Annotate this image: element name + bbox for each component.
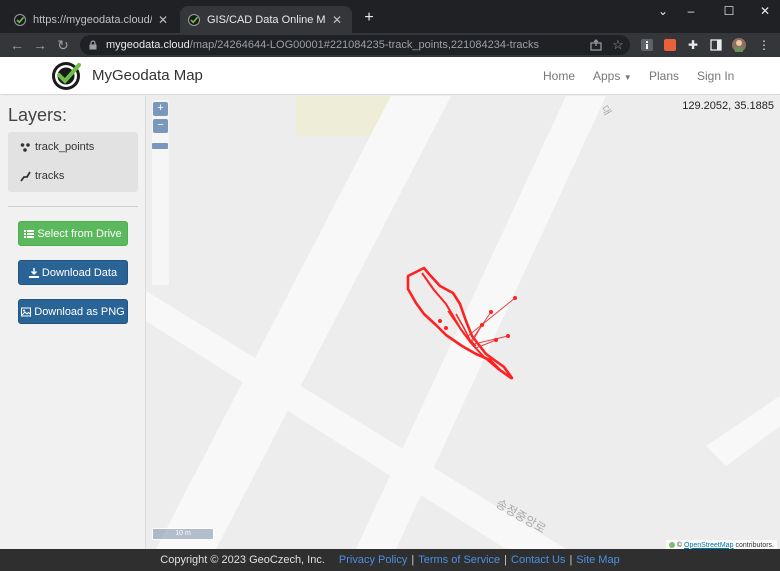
nav-apps[interactable]: Apps ▼ [593,69,632,83]
footer-separator: | [504,554,508,566]
extension-orange-icon[interactable] [663,38,677,52]
image-icon [21,307,32,316]
osm-link[interactable]: OpenStreetMap [684,542,733,549]
list-icon [24,229,35,238]
download-data-button[interactable]: Download Data [18,260,128,285]
nav-signin[interactable]: Sign In [697,69,734,83]
tab-title: https://mygeodata.cloud/conve [33,13,152,26]
zoom-out-button[interactable]: − [153,119,168,133]
copyright-text: Copyright © 2023 GeoCzech, Inc. [160,554,325,566]
select-from-drive-button[interactable]: Select from Drive [18,221,128,246]
button-label: Download as PNG [34,305,125,318]
download-png-button[interactable]: Download as PNG [18,299,128,324]
footer-link-terms[interactable]: Terms of Service [418,554,500,566]
download-icon [28,267,39,278]
layer-list: track_points tracks [8,132,138,192]
nav-home[interactable]: Home [543,69,575,83]
mygeodata-logo-icon[interactable] [50,60,82,92]
scale-bar: 10 m [152,528,214,540]
browser-tab-converter[interactable]: https://mygeodata.cloud/conve ✕ [6,6,178,33]
nav-apps-label: Apps [593,69,621,83]
browser-tab-bar: https://mygeodata.cloud/conve ✕ GIS/CAD … [0,0,780,33]
kebab-menu-icon[interactable]: ⋮ [757,38,771,52]
brand-name[interactable]: MyGeodata Map [92,67,203,84]
attribution-prefix: © [676,541,683,549]
site-header: MyGeodata Map Home Apps ▼ Plans Sign In [0,57,780,95]
footer-link-privacy[interactable]: Privacy Policy [339,554,407,566]
address-bar[interactable]: mygeodata.cloud /map/24264644-LOG00001#2… [80,35,630,55]
share-icon[interactable] [589,38,603,52]
layer-label: tracks [35,170,65,182]
bookmark-star-icon[interactable]: ☆ [611,38,625,52]
back-arrow-icon[interactable]: ← [8,36,26,54]
reload-icon[interactable]: ↻ [54,36,72,54]
layer-item-track-points[interactable]: track_points [20,141,94,153]
extension-info-icon[interactable] [640,38,654,52]
tab-title: GIS/CAD Data Online Map View [207,13,326,26]
layers-sidebar: Layers: track_points tracks Select from … [0,96,146,549]
url-path: /map/24264644-LOG00001#221084235-track_p… [189,39,539,51]
browser-tab-map-viewer[interactable]: GIS/CAD Data Online Map View ✕ [180,6,352,33]
window-close-button[interactable]: ✕ [747,0,780,24]
close-icon[interactable]: ✕ [330,13,344,27]
map-attribution: © OpenStreetMap contributors. [665,540,777,549]
points-icon [20,142,30,152]
footer-separator: | [411,554,415,566]
minimize-button[interactable]: – [673,0,709,24]
avatar[interactable] [732,38,746,52]
button-label: Download Data [41,266,118,279]
zoom-slider-handle[interactable] [152,143,168,149]
maximize-button[interactable]: ☐ [711,0,747,24]
footer-separator: | [569,554,573,566]
mygeodata-logo-icon [188,13,200,26]
sidebar-divider [8,206,138,207]
nav-plans[interactable]: Plans [649,69,679,83]
zoom-in-button[interactable]: + [153,102,168,116]
osm-logo-icon [668,542,675,548]
map-roads: 송정중앙로 대 [146,96,780,549]
layers-title: Layers: [8,105,68,125]
map-canvas[interactable]: 송정중앙로 대 + − 129.2052, 35.1885 10 m © Ope… [146,96,780,549]
footer-link-contact[interactable]: Contact Us [511,554,565,566]
url-host: mygeodata.cloud [106,39,190,51]
coordinate-readout: 129.2052, 35.1885 [682,100,774,112]
close-icon[interactable]: ✕ [156,13,170,27]
footer-link-sitemap[interactable]: Site Map [576,554,619,566]
forward-arrow-icon[interactable]: → [31,36,49,54]
lock-icon [89,40,97,50]
puzzle-icon[interactable]: ✚ [686,38,700,52]
button-label: Select from Drive [37,227,122,240]
site-footer: Copyright © 2023 GeoCzech, Inc. Privacy … [0,549,780,571]
line-icon [20,171,31,182]
layer-item-tracks[interactable]: tracks [20,170,64,182]
mygeodata-logo-icon [14,13,26,26]
attribution-suffix: contributors. [735,541,774,549]
new-tab-button[interactable]: + [360,9,378,27]
sidepanel-icon[interactable] [709,38,723,52]
browser-toolbar: ← → ↻ mygeodata.cloud /map/24264644-LOG0… [0,33,780,57]
layer-label: track_points [35,141,95,153]
caret-down-icon: ▼ [623,73,632,82]
